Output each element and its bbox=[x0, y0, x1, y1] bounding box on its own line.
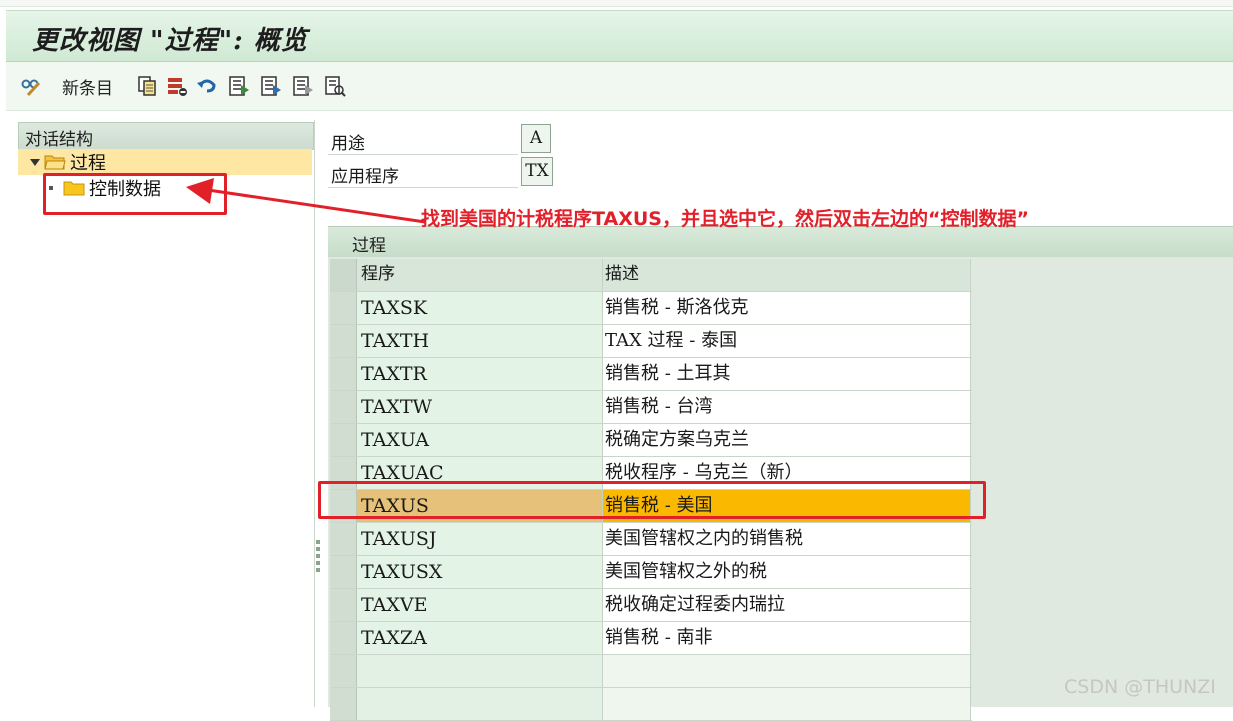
procedure-code[interactable]: TAXTH bbox=[357, 325, 603, 357]
undo-icon bbox=[197, 79, 216, 93]
column-header-code[interactable]: 程序 bbox=[357, 259, 603, 291]
procedure-description[interactable]: 销售税 - 斯洛伐克 bbox=[603, 292, 971, 324]
tree-item-label: 过程 bbox=[70, 153, 106, 174]
dialog-structure-title: 对话结构 bbox=[25, 130, 93, 150]
new-entries-button[interactable]: 新条目 bbox=[56, 74, 113, 99]
usage-field[interactable]: A bbox=[521, 124, 551, 153]
table-row[interactable]: TAXTH TAX 过程 - 泰国 bbox=[330, 325, 972, 358]
row-selector[interactable] bbox=[330, 292, 357, 324]
row-selector[interactable] bbox=[330, 655, 357, 687]
procedure-description[interactable]: 美国管辖权之外的税 bbox=[603, 556, 971, 588]
usage-label-text: 用途 bbox=[331, 134, 365, 154]
row-selector[interactable] bbox=[330, 589, 357, 621]
row-selector[interactable] bbox=[330, 424, 357, 456]
toolbar: 新条目 bbox=[6, 62, 1233, 111]
new-entries-label: 新条目 bbox=[62, 78, 113, 99]
dialog-structure-header: 对话结构 bbox=[18, 122, 314, 150]
row-selector[interactable] bbox=[330, 622, 357, 654]
open-folder-icon bbox=[44, 155, 66, 170]
top-strip bbox=[0, 0, 1233, 7]
procedure-code[interactable]: TAXTR bbox=[357, 358, 603, 390]
annotation-text: 找到美国的计税程序TAXUS，并且选中它，然后双击左边的“控制数据” bbox=[421, 208, 1029, 230]
procedure-description[interactable]: 税确定方案乌克兰 bbox=[603, 424, 971, 456]
display-change-button[interactable] bbox=[20, 74, 42, 98]
highlight-box-taxus-row bbox=[318, 481, 986, 519]
procedures-section-title: 过程 bbox=[352, 236, 386, 256]
undo-button[interactable] bbox=[196, 74, 218, 98]
empty-code-cell[interactable] bbox=[357, 688, 603, 720]
select-block-button[interactable] bbox=[260, 74, 282, 98]
deselect-all-button[interactable] bbox=[292, 74, 314, 98]
print-icon bbox=[325, 76, 346, 97]
copy-icon bbox=[138, 76, 156, 96]
select-all-icon bbox=[229, 76, 249, 96]
usage-label: 用途 bbox=[328, 124, 518, 155]
procedure-code[interactable]: TAXUA bbox=[357, 424, 603, 456]
row-selector[interactable] bbox=[330, 523, 357, 555]
procedure-description[interactable]: 税收确定过程委内瑞拉 bbox=[603, 589, 971, 621]
select-all-button[interactable] bbox=[228, 74, 250, 98]
table-row[interactable]: TAXTR 销售税 - 土耳其 bbox=[330, 358, 972, 391]
select-block-icon bbox=[261, 76, 281, 96]
row-selector[interactable] bbox=[330, 358, 357, 390]
empty-description-cell[interactable] bbox=[603, 655, 971, 687]
empty-code-cell[interactable] bbox=[357, 655, 603, 687]
procedure-code[interactable]: TAXUSX bbox=[357, 556, 603, 588]
select-all-rows-button[interactable] bbox=[330, 259, 357, 291]
table-row[interactable]: TAXSK 销售税 - 斯洛伐克 bbox=[330, 292, 972, 325]
delete-button[interactable] bbox=[166, 74, 188, 98]
table-row[interactable]: TAXUA 税确定方案乌克兰 bbox=[330, 424, 972, 457]
procedure-code[interactable]: TAXTW bbox=[357, 391, 603, 423]
table-row[interactable]: TAXTW 销售税 - 台湾 bbox=[330, 391, 972, 424]
delete-icon bbox=[168, 78, 187, 96]
splitter-handle[interactable] bbox=[316, 540, 320, 575]
expand-triangle-icon[interactable] bbox=[30, 158, 40, 166]
row-selector[interactable] bbox=[330, 391, 357, 423]
watermark: CSDN @THUNZI bbox=[1064, 676, 1216, 698]
title-bar: 更改视图 "过程": 概览 bbox=[6, 10, 1233, 62]
procedure-code[interactable]: TAXZA bbox=[357, 622, 603, 654]
row-selector[interactable] bbox=[330, 325, 357, 357]
procedure-code[interactable]: TAXUSJ bbox=[357, 523, 603, 555]
column-header-description[interactable]: 描述 bbox=[603, 259, 971, 291]
table-row[interactable]: TAXZA 销售税 - 南非 bbox=[330, 622, 972, 655]
copy-button[interactable] bbox=[136, 74, 158, 98]
procedure-code[interactable]: TAXSK bbox=[357, 292, 603, 324]
procedure-description[interactable]: 销售税 - 土耳其 bbox=[603, 358, 971, 390]
table-row[interactable]: TAXUSX 美国管辖权之外的税 bbox=[330, 556, 972, 589]
glasses-edit-icon bbox=[21, 79, 41, 97]
procedure-code[interactable]: TAXVE bbox=[357, 589, 603, 621]
table-header-row: 程序 描述 bbox=[330, 259, 972, 292]
table-row[interactable]: TAXVE 税收确定过程委内瑞拉 bbox=[330, 589, 972, 622]
page-title: 更改视图 "过程": 概览 bbox=[32, 26, 308, 56]
annotation-arrow-icon bbox=[186, 178, 426, 224]
row-selector[interactable] bbox=[330, 688, 357, 720]
procedure-description[interactable]: 销售税 - 台湾 bbox=[603, 391, 971, 423]
application-field[interactable]: TX bbox=[521, 157, 553, 186]
tree-item-process[interactable]: 过程 bbox=[18, 149, 312, 175]
table-row-empty[interactable] bbox=[330, 655, 972, 688]
deselect-all-icon bbox=[293, 76, 313, 96]
procedure-description[interactable]: 美国管辖权之内的销售税 bbox=[603, 523, 971, 555]
print-button[interactable] bbox=[324, 74, 346, 98]
row-selector[interactable] bbox=[330, 556, 357, 588]
table-row-empty[interactable] bbox=[330, 688, 972, 721]
table-row[interactable]: TAXUSJ 美国管辖权之内的销售税 bbox=[330, 523, 972, 556]
procedure-description[interactable]: TAX 过程 - 泰国 bbox=[603, 325, 971, 357]
empty-description-cell[interactable] bbox=[603, 688, 971, 720]
procedure-description[interactable]: 销售税 - 南非 bbox=[603, 622, 971, 654]
